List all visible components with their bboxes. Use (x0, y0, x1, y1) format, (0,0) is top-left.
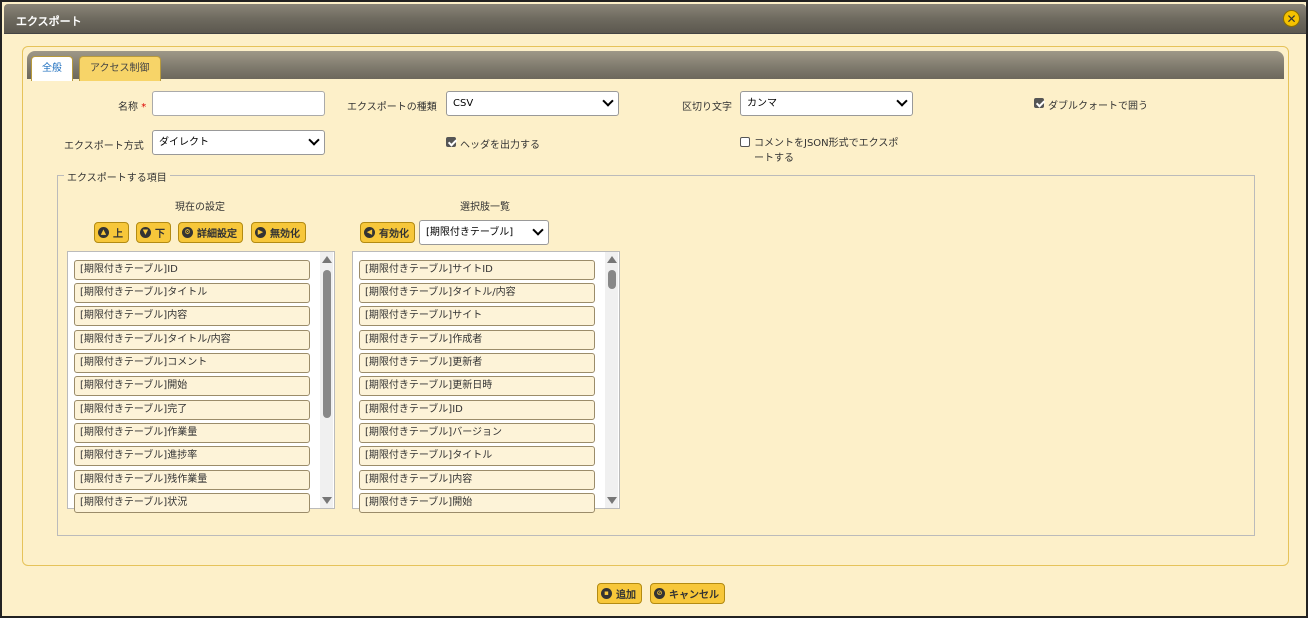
export-items-legend: エクスポートする項目 (64, 169, 170, 184)
list-item[interactable]: [期限付きテーブル]バージョン (359, 423, 595, 443)
scrollbar-thumb[interactable] (323, 270, 331, 418)
checkbox-unchecked-icon[interactable] (740, 137, 750, 147)
list-item[interactable]: [期限付きテーブル]更新日時 (359, 376, 595, 396)
name-label: 名称 * (118, 98, 146, 113)
export-dialog: エクスポート ✕ 全般 アクセス制御 名称 * エクスポートの種類 CSV 区切… (0, 0, 1308, 618)
choices-list[interactable]: [期限付きテーブル]サイトID [期限付きテーブル]タイトル/内容 [期限付きテ… (352, 251, 620, 513)
delimiter-select[interactable]: カンマ (740, 91, 913, 116)
export-method-label: エクスポート方式 (64, 141, 144, 152)
checkbox-checked-icon[interactable] (446, 137, 456, 147)
disable-button[interactable]: ▶ 無効化 (251, 222, 306, 243)
name-input[interactable] (152, 91, 325, 116)
dialog-title: エクスポート (16, 15, 82, 28)
tab-general[interactable]: 全般 (31, 56, 73, 81)
enable-label: 有効化 (379, 229, 409, 240)
enable-button[interactable]: ◀ 有効化 (360, 222, 415, 243)
export-type-select[interactable]: CSV (446, 91, 619, 116)
scroll-down-icon[interactable] (322, 497, 332, 504)
list-item[interactable]: [期限付きテーブル]開始 (359, 493, 595, 513)
name-label-text: 名称 (118, 102, 138, 113)
current-settings-title: 現在の設定 (175, 202, 225, 213)
move-down-label: 下 (155, 229, 165, 240)
export-type-value: CSV (453, 98, 474, 109)
list-item[interactable]: [期限付きテーブル]作成者 (359, 330, 595, 350)
json-comment-label-line1: コメントをJSON形式でエクスポ (754, 138, 899, 149)
move-up-label: 上 (113, 229, 123, 240)
scroll-down-icon[interactable] (607, 497, 617, 504)
scroll-up-icon[interactable] (322, 256, 332, 263)
list-item[interactable]: [期限付きテーブル]ID (74, 260, 310, 280)
add-button[interactable]: ▪ 追加 (597, 583, 642, 604)
list-item[interactable]: [期限付きテーブル]内容 (359, 470, 595, 490)
list-item[interactable]: [期限付きテーブル]完了 (74, 400, 310, 420)
json-comment-label: コメントをJSON形式でエクスポ ートする (754, 136, 898, 166)
scrollbar[interactable] (605, 252, 618, 508)
cancel-icon: ⊘ (654, 588, 665, 599)
list-item[interactable]: [期限付きテーブル]コメント (74, 353, 310, 373)
close-icon[interactable]: ✕ (1283, 10, 1300, 27)
list-item[interactable]: [期限付きテーブル]開始 (74, 376, 310, 396)
double-quote-label: ダブルクォートで囲う (1048, 101, 1148, 112)
delimiter-value: カンマ (747, 98, 777, 109)
double-quote-checkbox[interactable]: ダブルクォートで囲う (1034, 97, 1148, 112)
output-header-checkbox[interactable]: ヘッダを出力する (446, 136, 540, 151)
list-item[interactable]: [期限付きテーブル]更新者 (359, 353, 595, 373)
gear-icon: ⚙ (182, 227, 193, 238)
list-item[interactable]: [期限付きテーブル]タイトル/内容 (74, 330, 310, 350)
scroll-up-icon[interactable] (607, 256, 617, 263)
list-item[interactable]: [期限付きテーブル]タイトル (359, 446, 595, 466)
list-item[interactable]: [期限付きテーブル]残作業量 (74, 470, 310, 490)
tab-bar: 全般 アクセス制御 (27, 51, 1284, 81)
scrollbar[interactable] (320, 252, 333, 508)
list-item[interactable]: [期限付きテーブル]内容 (74, 306, 310, 326)
disable-label: 無効化 (270, 229, 300, 240)
tab-access-control[interactable]: アクセス制御 (79, 56, 161, 81)
list-item[interactable]: [期限付きテーブル]サイトID (359, 260, 595, 280)
list-item[interactable]: [期限付きテーブル]タイトル (74, 283, 310, 303)
detail-settings-button[interactable]: ⚙ 詳細設定 (178, 222, 243, 243)
export-type-label: エクスポートの種類 (347, 102, 437, 113)
json-comment-label-line2: ートする (754, 153, 794, 164)
detail-settings-label: 詳細設定 (197, 229, 237, 240)
output-header-label: ヘッダを出力する (460, 140, 540, 151)
json-comment-checkbox[interactable]: コメントをJSON形式でエクスポ ートする (740, 136, 898, 166)
chevron-down-icon (532, 224, 544, 236)
required-mark: * (141, 102, 147, 113)
cancel-button[interactable]: ⊘ キャンセル (650, 583, 725, 604)
save-icon: ▪ (601, 588, 612, 599)
choices-filter-value: [期限付きテーブル] (426, 227, 514, 238)
cancel-label: キャンセル (669, 590, 719, 601)
arrow-right-icon: ▶ (255, 227, 266, 238)
scrollbar-thumb[interactable] (608, 270, 616, 289)
list-item[interactable]: [期限付きテーブル]サイト (359, 306, 595, 326)
add-label: 追加 (616, 590, 636, 601)
export-method-select[interactable]: ダイレクト (152, 130, 325, 155)
dialog-titlebar[interactable]: エクスポート ✕ (4, 4, 1306, 34)
chevron-down-icon (602, 95, 614, 107)
move-down-button[interactable]: ▼ 下 (136, 222, 171, 243)
choices-filter-select[interactable]: [期限付きテーブル] (419, 220, 549, 245)
checkbox-checked-icon[interactable] (1034, 98, 1044, 108)
list-item[interactable]: [期限付きテーブル]作業量 (74, 423, 310, 443)
chevron-down-icon (896, 95, 908, 107)
current-settings-list[interactable]: [期限付きテーブル]ID [期限付きテーブル]タイトル [期限付きテーブル]内容… (67, 251, 335, 513)
delimiter-label: 区切り文字 (682, 102, 732, 113)
arrow-up-icon: ▲ (98, 227, 109, 238)
arrow-down-icon: ▼ (140, 227, 151, 238)
export-method-value: ダイレクト (159, 137, 209, 148)
list-item[interactable]: [期限付きテーブル]進捗率 (74, 446, 310, 466)
move-up-button[interactable]: ▲ 上 (94, 222, 129, 243)
choices-title: 選択肢一覧 (460, 202, 510, 213)
list-item[interactable]: [期限付きテーブル]ID (359, 400, 595, 420)
list-item[interactable]: [期限付きテーブル]タイトル/内容 (359, 283, 595, 303)
arrow-left-icon: ◀ (364, 227, 375, 238)
list-item[interactable]: [期限付きテーブル]状況 (74, 493, 310, 513)
chevron-down-icon (308, 134, 320, 146)
